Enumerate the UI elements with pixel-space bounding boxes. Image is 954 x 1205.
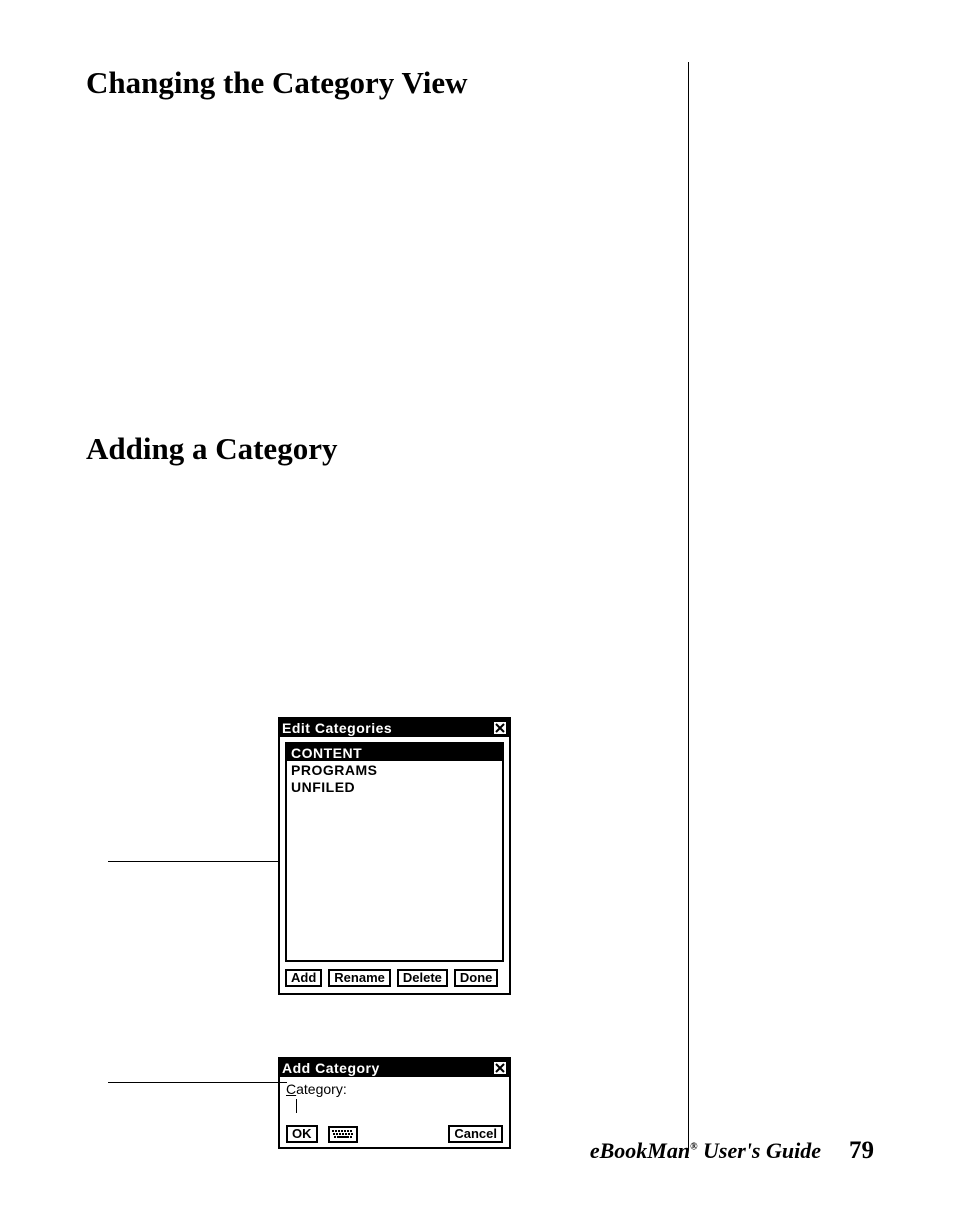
heading-changing-category-view: Changing the Category View [86,65,678,101]
delete-button[interactable]: Delete [397,969,448,987]
dialog-title-text: Edit Categories [282,720,392,736]
category-input[interactable] [296,1099,503,1117]
list-item[interactable]: PROGRAMS [287,761,502,778]
list-item[interactable]: UNFILED [287,778,502,795]
heading-adding-category: Adding a Category [86,431,678,467]
edit-categories-dialog: Edit Categories CONTENT PROGRAMS UNFILED… [278,717,511,995]
callout-line-category-field [108,1082,287,1083]
cancel-button[interactable]: Cancel [448,1125,503,1143]
keyboard-icon[interactable] [328,1126,358,1143]
close-icon[interactable] [493,721,507,735]
ok-button[interactable]: OK [286,1125,318,1143]
page-footer: eBookMan® User's Guide 79 [590,1137,874,1165]
list-item[interactable]: CONTENT [287,744,502,761]
done-button[interactable]: Done [454,969,499,987]
close-icon[interactable] [493,1061,507,1075]
rename-button[interactable]: Rename [328,969,391,987]
footer-guide-title: eBookMan® User's Guide [590,1138,821,1164]
categories-listbox[interactable]: CONTENT PROGRAMS UNFILED [285,742,504,962]
edit-categories-figure: Edit Categories CONTENT PROGRAMS UNFILED… [278,717,678,1149]
text-cursor [296,1099,297,1113]
category-field-label: Category: [286,1081,503,1097]
add-category-dialog: Add Category Category: OK [278,1057,511,1149]
dialog-titlebar: Edit Categories [280,719,509,737]
callout-line-listbox [108,861,280,862]
dialog-title-text: Add Category [282,1060,380,1076]
right-vertical-rule [688,62,689,1150]
dialog-titlebar: Add Category [280,1059,509,1077]
add-button[interactable]: Add [285,969,322,987]
page-number: 79 [849,1137,874,1165]
